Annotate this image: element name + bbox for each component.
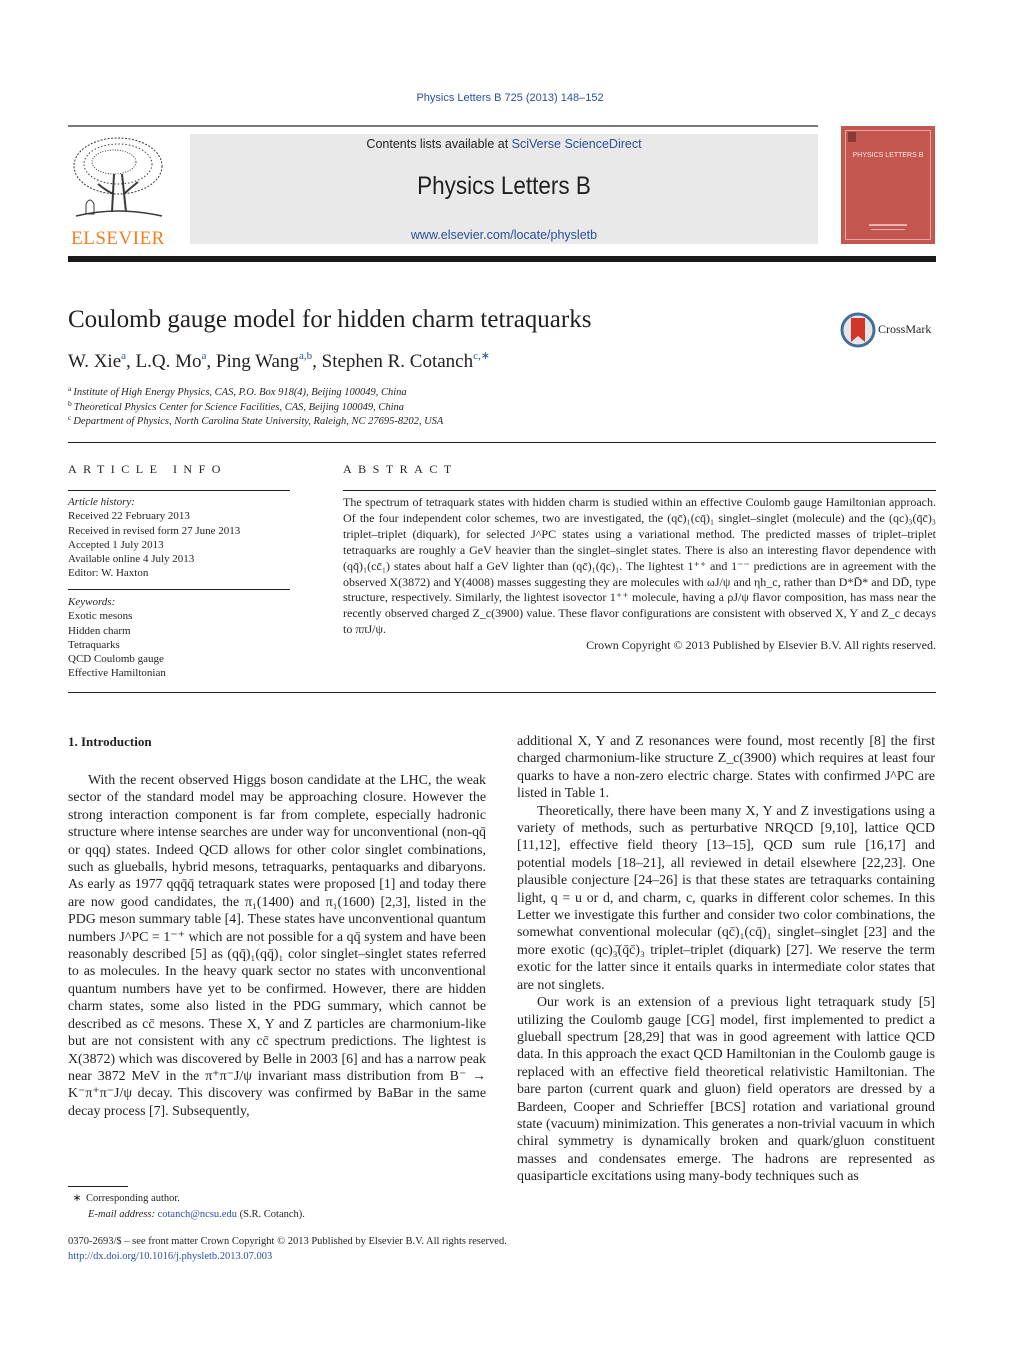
author-name[interactable]: W. Xie [68, 351, 121, 372]
crossmark-button[interactable]: CrossMark [840, 312, 936, 348]
footnote-rule [68, 1186, 128, 1187]
author-affiliation-mark[interactable]: a,b [299, 350, 312, 362]
author-affiliation-mark[interactable]: c,∗ [473, 350, 490, 362]
journal-reference-link[interactable]: Physics Letters B 725 (2013) 148–152 [0, 92, 1020, 104]
journal-masthead: Contents lists available at SciVerse Sci… [190, 134, 818, 244]
cover-decoration [871, 229, 905, 230]
email-owner: (S.R. Cotanch). [239, 1208, 305, 1220]
abstract-heading: ABSTRACT [343, 462, 458, 476]
article-history: Article history: Received 22 February 20… [68, 495, 240, 581]
section-heading: 1. Introduction [68, 734, 152, 749]
email-link[interactable]: cotanch@ncsu.edu [158, 1209, 237, 1220]
email-label: E-mail address: [88, 1208, 155, 1220]
contents-line: Contents lists available at SciVerse Sci… [190, 137, 818, 151]
journal-cover-thumbnail[interactable]: PHYSICS LETTERS B [841, 126, 935, 244]
header-thick-rule [68, 256, 936, 262]
section-rule [68, 692, 936, 693]
keywords-label: Keywords: [68, 596, 116, 608]
body-right-column: additional X, Y and Z resonances were fo… [517, 733, 935, 1186]
affiliation-text: Institute of High Energy Physics, CAS, P… [73, 387, 407, 398]
affiliation: b Theoretical Physics Center for Science … [68, 399, 404, 413]
crossmark-icon [840, 312, 876, 353]
paragraph: Our work is an extension of a previous l… [517, 995, 935, 1185]
affiliation: a Institute of High Energy Physics, CAS, … [68, 384, 407, 398]
keyword: Effective Hamiltonian [68, 667, 166, 680]
keyword: Tetraquarks [68, 638, 120, 651]
editor: Editor: W. Haxton [68, 567, 149, 580]
body-left-column: With the recent observed Higgs boson can… [68, 772, 486, 1120]
affiliation: c Department of Physics, North Carolina S… [68, 413, 443, 427]
history-item: Received in revised form 27 June 2013 [68, 524, 241, 537]
paragraph: additional X, Y and Z resonances were fo… [517, 734, 935, 802]
section-rule [68, 490, 290, 491]
author-name[interactable]: L.Q. Mo [136, 351, 202, 372]
paragraph: Theoretically, there have been many X, Y… [517, 803, 935, 993]
article-info-heading: ARTICLE INFO [68, 462, 227, 476]
issn-copyright-line: 0370-2693/$ – see front matter Crown Cop… [68, 1236, 507, 1247]
cover-decoration [869, 224, 907, 226]
affiliation-mark: c [68, 413, 72, 422]
footnote-marker: ∗ [72, 1193, 82, 1204]
affiliation-mark: b [68, 399, 72, 408]
journal-title: Physics Letters B [417, 172, 591, 200]
sciencedirect-link[interactable]: SciVerse ScienceDirect [512, 137, 642, 151]
author-affiliation-mark[interactable]: a [121, 350, 126, 362]
keywords: Keywords: Exotic mesons Hidden charm Tet… [68, 595, 166, 681]
affiliation-mark: a [68, 384, 72, 393]
cover-publisher-icon [848, 132, 856, 142]
footnote: ∗ Corresponding author. E-mail address: c… [68, 1191, 305, 1222]
journal-homepage-link[interactable]: www.elsevier.com/locate/physletb [190, 228, 818, 242]
affiliation-text: Theoretical Physics Center for Science F… [73, 402, 405, 413]
section-rule [68, 442, 936, 443]
author-name[interactable]: Ping Wang [216, 351, 299, 372]
author-list: W. Xiea, L.Q. Moa, Ping Wanga,b, Stephen… [68, 350, 490, 372]
section-rule [343, 490, 936, 491]
contents-prefix: Contents lists available at [366, 137, 512, 151]
keyword: Exotic mesons [68, 610, 133, 623]
abstract-text: The spectrum of tetraquark states with h… [343, 495, 936, 637]
elsevier-wordmark: ELSEVIER [71, 228, 165, 249]
history-item: Available online 4 July 2013 [68, 553, 195, 566]
history-item: Received 22 February 2013 [68, 510, 190, 523]
affiliation-text: Department of Physics, North Carolina St… [73, 416, 444, 427]
author-affiliation-mark[interactable]: a [202, 350, 207, 362]
footnote-text: Corresponding author. [86, 1193, 180, 1204]
section-rule [68, 589, 290, 590]
cover-title: PHYSICS LETTERS B [852, 152, 924, 159]
history-label: Article history: [68, 496, 135, 508]
crossmark-label: CrossMark [878, 322, 932, 336]
keyword: QCD Coulomb gauge [68, 653, 164, 666]
history-item: Accepted 1 July 2013 [68, 538, 164, 551]
paragraph: With the recent observed Higgs boson can… [68, 773, 486, 1119]
abstract-copyright: Crown Copyright © 2013 Published by Else… [586, 638, 936, 653]
article-title: Coulomb gauge model for hidden charm tet… [68, 306, 592, 333]
front-matter: 0370-2693/$ – see front matter Crown Cop… [68, 1234, 507, 1264]
header-rule [68, 125, 818, 127]
keyword: Hidden charm [68, 624, 131, 637]
author-name[interactable]: Stephen R. Cotanch [322, 351, 473, 372]
abstract: The spectrum of tetraquark states with h… [343, 495, 936, 654]
doi-link[interactable]: http://dx.doi.org/10.1016/j.physletb.201… [68, 1249, 507, 1264]
